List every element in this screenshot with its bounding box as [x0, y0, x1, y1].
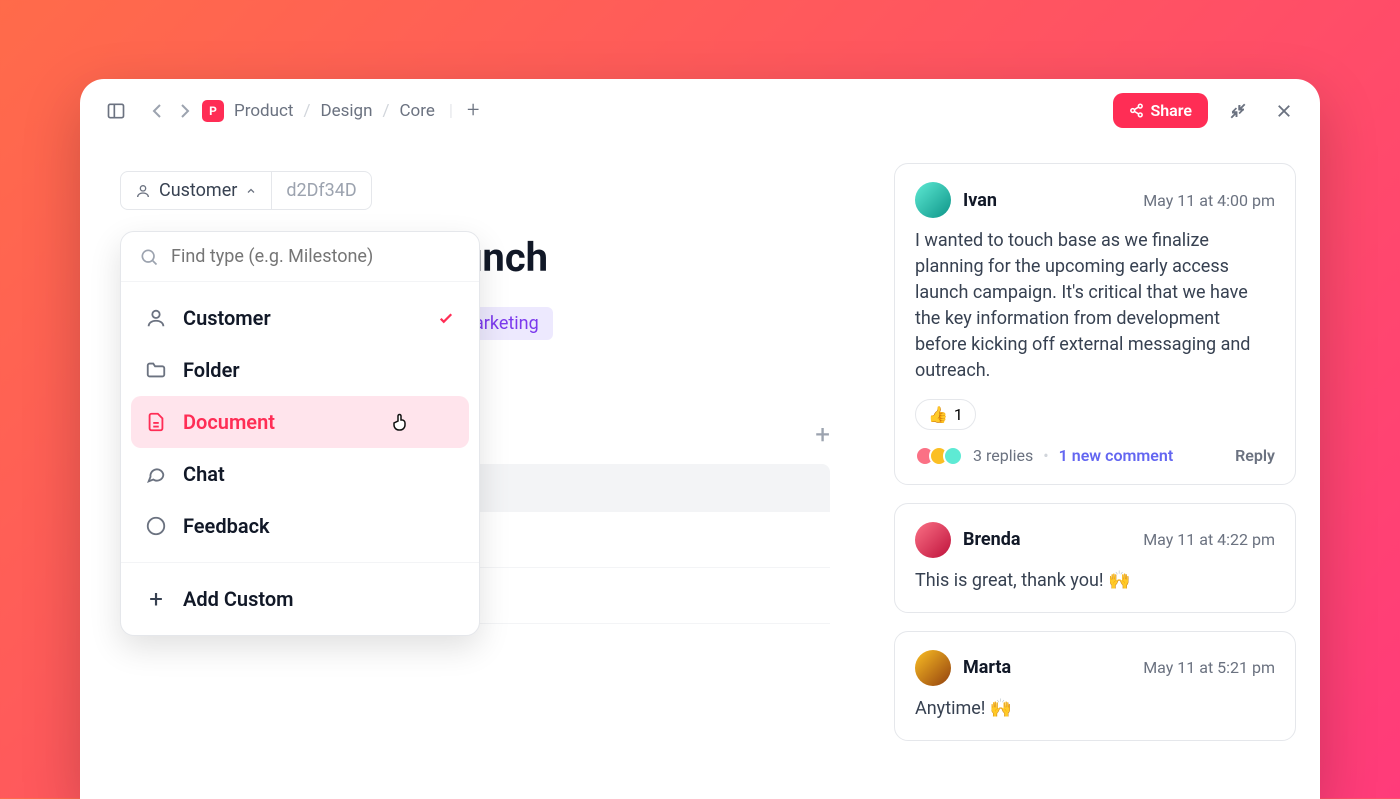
crumb-sep: /: [382, 101, 389, 121]
search-icon: [139, 247, 159, 267]
comment-body: Anytime! 🙌: [915, 696, 1275, 722]
dropdown-item-folder[interactable]: Folder: [131, 344, 469, 396]
crumb-product[interactable]: Product: [234, 101, 293, 121]
topbar: P Product / Design / Core | + Share: [80, 79, 1320, 143]
avatar: [915, 182, 951, 218]
main-content: Customer d2Df34D unch arketing + First S…: [80, 143, 870, 799]
comment-author: Ivan: [963, 190, 997, 211]
add-custom-label: Add Custom: [183, 587, 294, 611]
comment-card: Brenda May 11 at 4:22 pm This is great, th…: [894, 503, 1296, 613]
comments-panel: Ivan May 11 at 4:00 pm I wanted to touch b…: [870, 143, 1320, 799]
comment-author: Marta: [963, 657, 1011, 678]
dropdown-item-customer[interactable]: Customer: [131, 292, 469, 344]
plus-icon: +: [145, 588, 167, 610]
type-selector-row: Customer d2Df34D: [120, 171, 830, 210]
crumb-design[interactable]: Design: [320, 101, 372, 121]
comment-body: This is great, thank you! 🙌: [915, 568, 1275, 594]
share-label: Share: [1150, 101, 1192, 120]
check-icon: [437, 309, 455, 327]
avatar: [915, 522, 951, 558]
sidebar-toggle-icon[interactable]: [100, 95, 132, 127]
forward-button[interactable]: [180, 103, 190, 119]
comment-card: Marta May 11 at 5:21 pm Anytime! 🙌: [894, 631, 1296, 741]
app-window: P Product / Design / Core | + Share Cust…: [80, 79, 1320, 799]
breadcrumb: P Product / Design / Core | +: [202, 98, 479, 123]
comment-body: I wanted to touch base as we finalize pl…: [915, 228, 1275, 385]
document-icon: [145, 411, 167, 433]
breadcrumb-badge: P: [202, 100, 224, 122]
comment-timestamp: May 11 at 4:22 pm: [1143, 530, 1275, 549]
type-dropdown: Customer Folder Document Chat Feedback + Add…: [120, 231, 480, 636]
avatar-stack: [915, 446, 963, 466]
dropdown-item-label: Chat: [183, 462, 225, 486]
dropdown-item-chat[interactable]: Chat: [131, 448, 469, 500]
dropdown-item-label: Folder: [183, 358, 240, 382]
comment-header: Ivan May 11 at 4:00 pm: [915, 182, 1275, 218]
chat-icon: [145, 463, 167, 485]
minimize-icon[interactable]: [1222, 95, 1254, 127]
share-button[interactable]: Share: [1113, 93, 1208, 128]
comment-header: Brenda May 11 at 4:22 pm: [915, 522, 1275, 558]
crumb-sep: /: [303, 101, 310, 121]
comment-timestamp: May 11 at 4:00 pm: [1143, 191, 1275, 210]
chevron-up-icon: [245, 185, 257, 197]
dropdown-item-document[interactable]: Document: [131, 396, 469, 448]
crumb-sep: |: [449, 101, 453, 121]
comment-footer: 3 replies•1 new commentReply: [915, 446, 1275, 466]
body: Customer d2Df34D unch arketing + First S…: [80, 143, 1320, 799]
comment-timestamp: May 11 at 5:21 pm: [1143, 658, 1275, 677]
folder-icon: [145, 359, 167, 381]
reaction-pill[interactable]: 👍 1: [915, 399, 976, 430]
add-custom-button[interactable]: + Add Custom: [131, 573, 469, 625]
cursor-hand-icon: [389, 410, 413, 434]
nav-arrows: [152, 103, 190, 119]
reaction-count: 1: [954, 405, 963, 424]
comment-card: Ivan May 11 at 4:00 pm I wanted to touch b…: [894, 163, 1296, 485]
add-item-button[interactable]: +: [815, 420, 830, 450]
type-chip-label: Customer: [159, 180, 237, 201]
dropdown-item-label: Feedback: [183, 514, 270, 538]
replies-count[interactable]: 3 replies: [973, 446, 1033, 465]
back-button[interactable]: [152, 103, 162, 119]
comment-header: Marta May 11 at 5:21 pm: [915, 650, 1275, 686]
type-chip[interactable]: Customer: [120, 171, 272, 210]
comment-author: Brenda: [963, 529, 1021, 550]
feedback-icon: [145, 515, 167, 537]
dropdown-search-input[interactable]: [171, 246, 461, 267]
reaction-row: 👍 1: [915, 399, 1275, 430]
avatar: [915, 650, 951, 686]
crumb-core[interactable]: Core: [399, 101, 434, 121]
dropdown-item-label: Customer: [183, 306, 271, 330]
close-icon[interactable]: [1268, 95, 1300, 127]
new-comment-link[interactable]: 1 new comment: [1059, 446, 1174, 465]
topbar-right: Share: [1113, 93, 1300, 128]
dropdown-item-feedback[interactable]: Feedback: [131, 500, 469, 552]
dropdown-item-label: Document: [183, 410, 275, 434]
id-chip: d2Df34D: [272, 171, 371, 210]
add-crumb-button[interactable]: +: [467, 98, 479, 123]
user-icon: [145, 307, 167, 329]
reply-button[interactable]: Reply: [1235, 446, 1275, 465]
dropdown-list: Customer Folder Document Chat Feedback: [121, 282, 479, 562]
dropdown-footer: + Add Custom: [121, 562, 479, 635]
dropdown-search: [121, 232, 479, 282]
